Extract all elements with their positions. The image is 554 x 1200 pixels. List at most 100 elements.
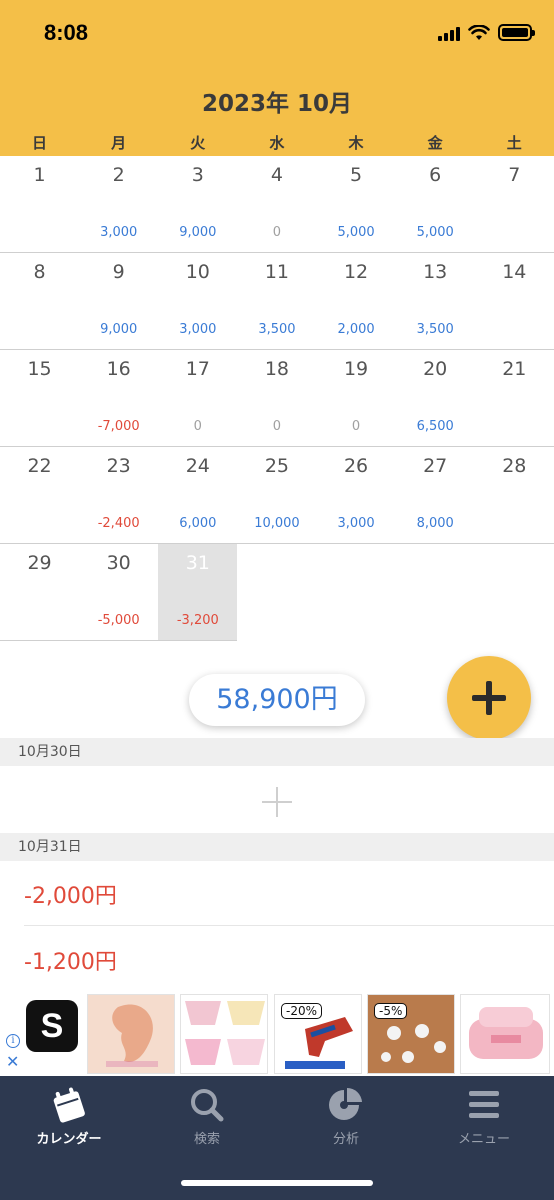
day-amount: 6,000	[179, 516, 217, 531]
ad-product-tile[interactable]	[180, 994, 268, 1074]
calendar-day-cell[interactable]: 27 8,000	[396, 447, 475, 543]
ad-product-tile[interactable]: -5%	[367, 994, 455, 1074]
ad-product-tile[interactable]	[460, 994, 550, 1074]
ad-product-tile[interactable]: -20%	[274, 994, 362, 1074]
calendar-day-cell[interactable]: 18 0	[237, 350, 316, 446]
add-entry-button[interactable]	[447, 656, 531, 740]
tab-menu-label: メニュー	[457, 1132, 510, 1147]
cellular-signal-icon	[438, 25, 460, 41]
day-number: 24	[185, 455, 210, 477]
day-number: 2	[112, 164, 125, 186]
day-amount: 0	[193, 419, 202, 434]
day-number: 27	[423, 455, 448, 477]
day-number: 16	[106, 358, 131, 380]
calendar-day-cell[interactable]: 21	[475, 350, 554, 446]
calendar-day-cell[interactable]: 24 6,000	[158, 447, 237, 543]
day-number: 18	[264, 358, 290, 380]
calendar-day-cell[interactable]: 10 3,000	[158, 253, 237, 349]
calendar-day-cell[interactable]: 15	[0, 350, 79, 446]
calendar-day-cell[interactable]: 14	[475, 253, 554, 349]
ad-info-icon[interactable]: i	[6, 1034, 20, 1048]
calendar-icon	[53, 1087, 85, 1123]
ad-product-tile[interactable]	[87, 994, 175, 1074]
add-record-plus-icon[interactable]	[262, 787, 292, 817]
month-total[interactable]: 58,900円	[189, 674, 365, 726]
menu-icon	[469, 1091, 499, 1118]
day-number: 10	[185, 261, 210, 283]
calendar-day-cell[interactable]: 16 -7,000	[79, 350, 158, 446]
day-amount: 0	[272, 419, 282, 434]
calendar-day-cell[interactable]: 19 0	[317, 350, 396, 446]
calendar-day-cell[interactable]: 25 10,000	[237, 447, 316, 543]
day-amount: 10,000	[254, 516, 300, 531]
weekday-tue: 火	[190, 134, 206, 152]
day-amount: 0	[272, 225, 282, 240]
calendar-day-cell[interactable]: 9 9,000	[79, 253, 158, 349]
day-amount: 3,500	[258, 322, 296, 337]
tab-search[interactable]: 検索	[138, 1086, 276, 1147]
day-number: 8	[33, 261, 46, 283]
ad-banner[interactable]: i ✕ S -20% -5%	[0, 992, 554, 1076]
day-number: 14	[502, 261, 527, 283]
calendar-day-cell[interactable]: 13 3,500	[396, 253, 475, 349]
day-amount: 0	[351, 419, 361, 434]
calendar-day-cell[interactable]: 31 -3,200	[158, 544, 238, 640]
day-number: 12	[343, 261, 369, 283]
day-number: 31	[185, 552, 210, 574]
discount-badge: -5%	[374, 1003, 408, 1019]
ad-close-icon[interactable]: ✕	[6, 1052, 19, 1071]
calendar-day-cell[interactable]: 30 -5,000	[79, 544, 158, 640]
calendar-day-cell[interactable]: 23 -2,400	[79, 447, 158, 543]
tab-search-label: 検索	[193, 1132, 220, 1147]
underwear-image	[181, 995, 267, 1073]
day-amount: 3,000	[337, 516, 375, 531]
row-divider	[0, 640, 238, 641]
entry-divider	[24, 925, 554, 926]
calendar-day-cell[interactable]: 29	[0, 544, 79, 640]
calendar-day-cell[interactable]: 5 5,000	[317, 156, 396, 252]
calendar-day-cell[interactable]: 6 5,000	[396, 156, 475, 252]
weekday-sat: 土	[506, 134, 522, 152]
day-amount: 8,000	[416, 516, 454, 531]
day-number: 22	[27, 455, 52, 477]
calendar-day-cell[interactable]: 40	[237, 156, 316, 252]
day-number: 7	[508, 164, 521, 186]
day-amount: 6,500	[416, 419, 454, 434]
calendar-day-cell[interactable]: 12 2,000	[317, 253, 396, 349]
calendar-day-cell[interactable]: 1	[0, 156, 79, 252]
ad-logo[interactable]: S	[26, 1000, 78, 1052]
day-number: 3	[191, 164, 204, 186]
tab-analysis[interactable]: 分析	[277, 1086, 415, 1147]
calendar-day-cell[interactable]: 11 3,500	[237, 253, 316, 349]
calendar-day-cell[interactable]: 2 3,000	[79, 156, 158, 252]
calendar-day-cell[interactable]: 28	[475, 447, 554, 543]
day-number: 25	[264, 455, 290, 477]
calendar-day-cell[interactable]: 26 3,000	[317, 447, 396, 543]
day-number: 6	[429, 164, 442, 186]
calendar-day-cell[interactable]: 8	[0, 253, 79, 349]
weekday-fri: 金	[427, 134, 443, 152]
weekday-mon: 月	[111, 134, 127, 152]
day-number: 29	[27, 552, 52, 574]
entry-amount[interactable]: -1,200円	[24, 944, 117, 976]
calendar-grid: 1 2 3,000 3 9,000 4 0 5 5,000 6 5,000 7 8 9 9,000 10 3,0…	[0, 156, 554, 641]
weekday-sun: 日	[32, 134, 48, 152]
calendar-day-cell[interactable]: 7	[475, 156, 554, 252]
wifi-icon	[468, 24, 490, 40]
day-amount: -2,400	[97, 516, 140, 531]
calendar-day-cell[interactable]: 3 9,000	[158, 156, 237, 252]
day-number: 15	[27, 358, 52, 380]
section-header-oct31: 10月31日	[0, 833, 554, 861]
tab-calendar[interactable]: カレンダー	[0, 1086, 138, 1147]
calendar-week-row: 8 9 9,000 10 3,000 11 3,500 12 2,000 13 3,500 14	[0, 253, 554, 350]
tab-menu[interactable]: メニュー	[415, 1086, 553, 1147]
entry-amount[interactable]: -2,000円	[24, 878, 117, 910]
day-number: 23	[106, 455, 131, 477]
month-title[interactable]: 2023年 10月	[0, 84, 554, 118]
calendar-day-cell[interactable]: 20 6,500	[396, 350, 475, 446]
calendar-day-cell[interactable]: 22	[0, 447, 79, 543]
day-amount: 2,000	[337, 322, 375, 337]
pie-chart-icon	[329, 1088, 362, 1120]
home-indicator	[181, 1180, 373, 1186]
calendar-day-cell[interactable]: 17 0	[158, 350, 237, 446]
